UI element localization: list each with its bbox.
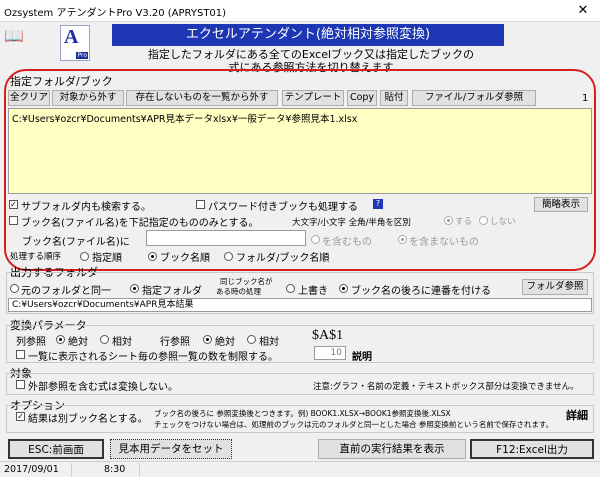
limit-label: 一覧に表示されるシート毎の参照一覧の数を制限する。 (28, 352, 278, 363)
remove-button[interactable]: 対象から外す (52, 90, 124, 106)
row-relative-label: 相対 (259, 337, 279, 348)
f12-excel-output-button[interactable]: F12:Excel出力 (470, 439, 594, 459)
save-as-label: 結果は別ブック名とする。 (28, 414, 148, 425)
column-absolute-radio[interactable] (56, 335, 65, 344)
row-relative-radio[interactable] (247, 335, 256, 344)
case-yes-label: する (455, 217, 473, 227)
book-name-input[interactable] (146, 230, 306, 246)
case-sensitivity-label: 大文字/小文字 全角/半角を区別 (292, 218, 411, 228)
status-bar: 2017/09/01 8:30 (0, 461, 600, 477)
same-folder-label: 元のフォルダと同一 (21, 286, 111, 297)
external-ref-checkbox[interactable] (16, 380, 25, 389)
window-title: Ozsystem アテンダントPro V3.20 (APRYST01) (4, 8, 227, 19)
save-as-checkbox[interactable]: ✓ (16, 412, 25, 421)
explain-link[interactable]: 説明 (352, 348, 372, 363)
help-icon[interactable]: ? (373, 199, 383, 209)
reference-example: $A$1 (312, 328, 344, 343)
title-bar: Ozsystem アテンダントPro V3.20 (APRYST01) ✕ (0, 0, 600, 22)
target-folder-label: 指定フォルダ/ブック (10, 75, 113, 88)
esc-back-button[interactable]: ESC:前画面 (8, 439, 104, 459)
target-note: 注意:グラフ・名前の定義・テキストボックス部分は変換できません。 (313, 382, 579, 392)
overwrite-label: 上書き (298, 286, 328, 297)
book-name-label: ブック名(ファイル名)に (22, 237, 130, 248)
overwrite-radio[interactable] (286, 284, 295, 293)
description-line-2: 式にある参照方法を切り替えます (228, 61, 394, 74)
limit-checkbox[interactable] (16, 350, 25, 359)
include-password-checkbox[interactable] (196, 200, 205, 209)
template-button[interactable]: テンプレート (282, 90, 344, 106)
not-contains-radio[interactable] (398, 235, 407, 244)
order-book-radio[interactable] (148, 252, 157, 261)
options-note-2: チェックをつけない場合は、処理前のブックは元のフォルダと同一とした場合 参照変換… (154, 420, 554, 429)
order-specified-radio[interactable] (80, 252, 89, 261)
column-ref-label: 列参照 (16, 337, 46, 348)
contains-label: を含むもの (322, 237, 372, 248)
column-relative-label: 相対 (112, 337, 132, 348)
specified-folder-label: 指定フォルダ (142, 286, 202, 297)
copy-button[interactable]: Copy (347, 90, 377, 106)
same-name-line2: ある時の処理 (216, 287, 261, 296)
include-subfolders-checkbox[interactable]: ✓ (9, 200, 18, 209)
clear-all-button[interactable]: 全クリア (8, 90, 50, 106)
filter-by-name-label: ブック名(ファイル名)を下記指定のもののみとする。 (21, 218, 259, 229)
set-sample-data-button[interactable]: 見本用データをセット (110, 439, 232, 459)
column-relative-radio[interactable] (100, 335, 109, 344)
status-time: 8:30 (100, 463, 140, 477)
header-banner: エクセルアテンダント(絶対相対参照変換) (112, 24, 504, 46)
output-path-input[interactable]: C:¥Users¥ozcr¥Documents¥APR見本結果 (8, 298, 592, 312)
case-yes-radio[interactable] (444, 216, 453, 225)
paste-button[interactable]: 貼付 (380, 90, 408, 106)
order-book-label: ブック名順 (160, 253, 210, 264)
order-label: 処理する順序 (10, 252, 62, 262)
filter-by-name-checkbox[interactable] (9, 216, 18, 225)
browse-file-folder-button[interactable]: ファイル/フォルダ参照 (412, 90, 536, 106)
row-absolute-label: 絶対 (215, 337, 235, 348)
append-number-radio[interactable] (339, 284, 348, 293)
row-ref-label: 行参照 (160, 337, 190, 348)
column-absolute-label: 絶対 (68, 337, 88, 348)
limit-value-input[interactable]: 10 (314, 346, 346, 360)
close-icon[interactable]: ✕ (566, 0, 600, 22)
path-list[interactable]: C:¥Users¥ozcr¥Documents¥APR見本データxlsx¥一般デ… (8, 108, 592, 194)
detail-link[interactable]: 詳細 (566, 407, 588, 423)
app-logo: A Pro (60, 25, 90, 61)
browse-folder-button[interactable]: フォルダ参照 (522, 279, 588, 295)
logo-sub: Pro (76, 52, 88, 59)
order-folder-book-label: フォルダ/ブック名順 (236, 253, 330, 264)
include-password-label: パスワード付きブックも処理する (208, 202, 358, 213)
same-folder-radio[interactable] (10, 284, 19, 293)
simple-display-button[interactable]: 簡略表示 (534, 197, 588, 212)
not-contains-label: を含まないもの (409, 237, 479, 248)
show-last-result-button[interactable]: 直前の実行結果を表示 (318, 439, 466, 459)
case-no-radio[interactable] (479, 216, 488, 225)
item-count: 1 (582, 93, 589, 104)
case-no-label: しない (490, 217, 516, 227)
logo-letter: A (64, 26, 79, 48)
remove-missing-button[interactable]: 存在しないものを一覧から外す (126, 90, 278, 106)
external-ref-label: 外部参照を含む式は変換しない。 (28, 382, 178, 393)
order-folder-book-radio[interactable] (224, 252, 233, 261)
row-absolute-radio[interactable] (203, 335, 212, 344)
order-specified-label: 指定順 (92, 253, 122, 264)
status-date: 2017/09/01 (0, 463, 72, 477)
book-icon[interactable]: 📖 (4, 27, 26, 45)
specified-folder-radio[interactable] (130, 284, 139, 293)
include-subfolders-label: サブフォルダ内も検索する。 (21, 202, 151, 213)
contains-radio[interactable] (311, 235, 320, 244)
append-number-label: ブック名の後ろに連番を付ける (351, 286, 491, 297)
options-note-1: ブック名の後ろに 参照変換後とつきます。例) BOOK1.XLSX→BOOK1参… (154, 409, 451, 418)
